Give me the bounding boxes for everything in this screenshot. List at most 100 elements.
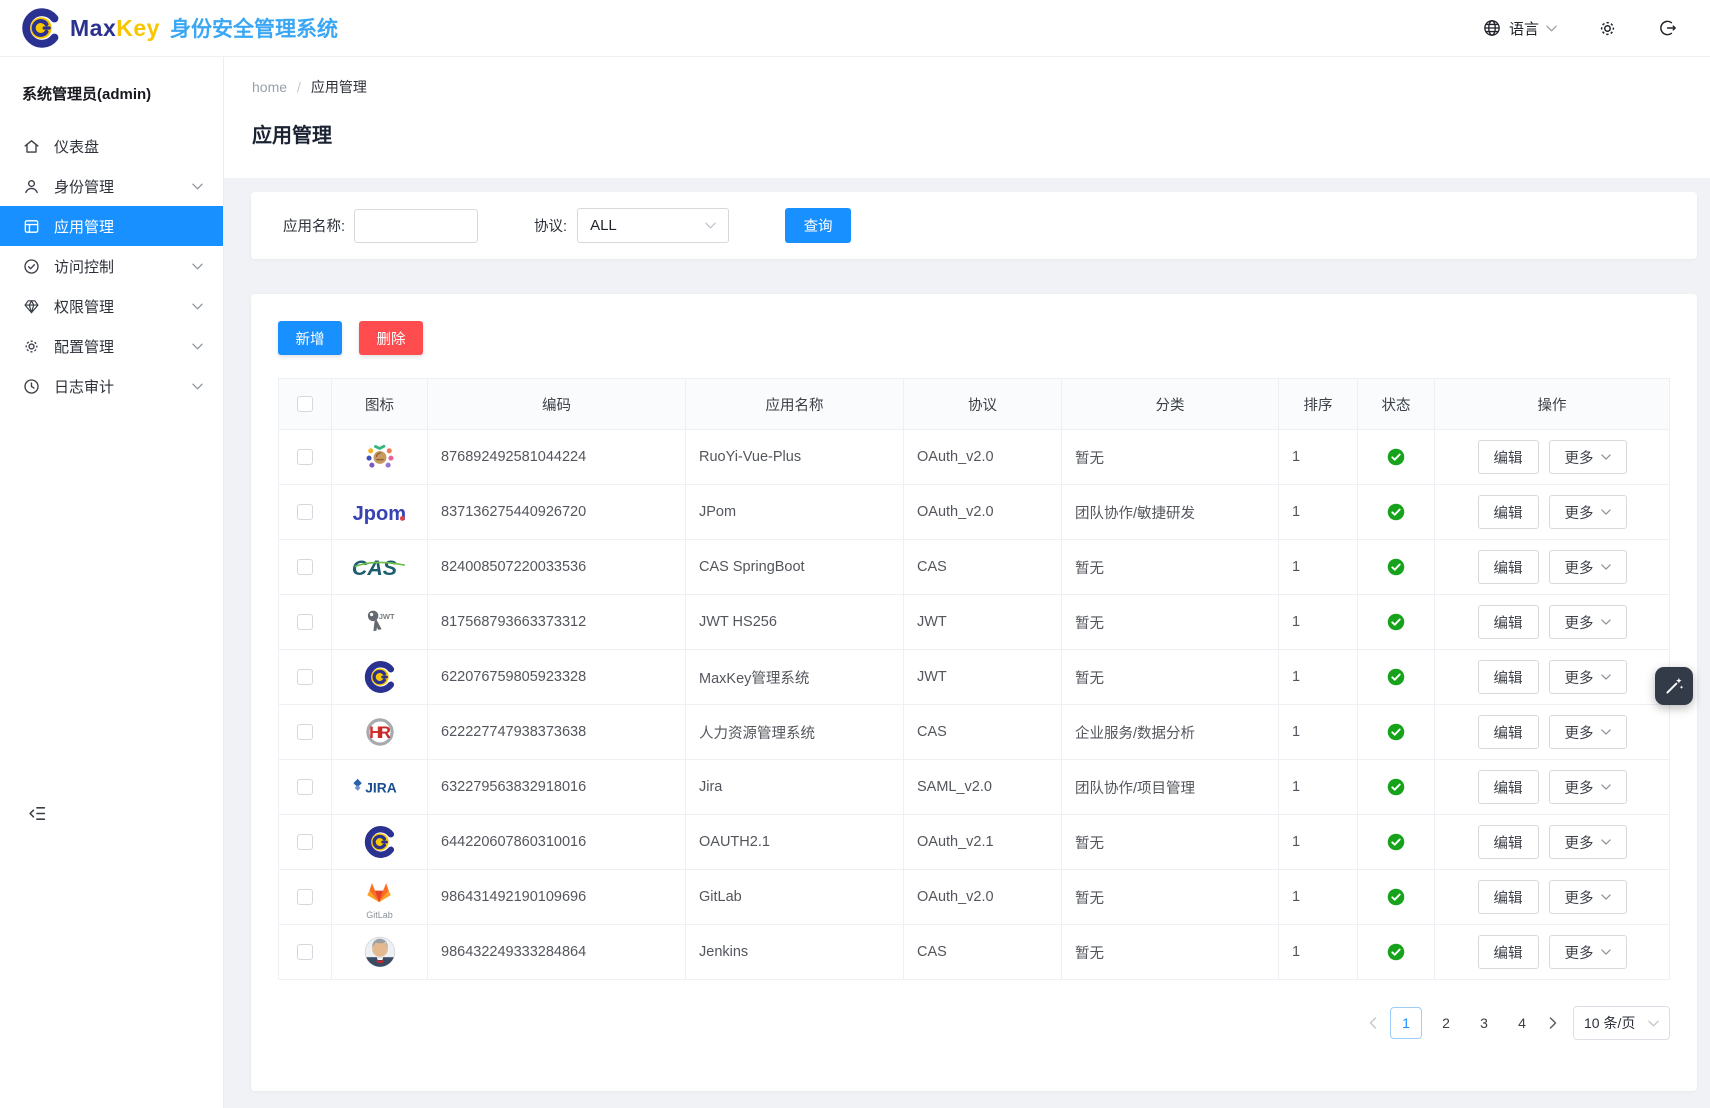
edit-button[interactable]: 编辑 bbox=[1478, 770, 1539, 804]
cell-code: 837136275440926720 bbox=[428, 485, 686, 539]
edit-button[interactable]: 编辑 bbox=[1478, 440, 1539, 474]
column-header-code: 编码 bbox=[428, 379, 686, 429]
cell-app-name: MaxKey管理系统 bbox=[686, 650, 904, 704]
chevron-down-icon bbox=[1601, 619, 1611, 625]
row-checkbox[interactable] bbox=[297, 614, 313, 630]
add-button[interactable]: 新增 bbox=[278, 321, 342, 355]
sidebar-item-apps[interactable]: 应用管理 bbox=[0, 206, 223, 246]
more-button[interactable]: 更多 bbox=[1549, 440, 1627, 474]
cell-protocol: OAuth_v2.0 bbox=[904, 485, 1062, 539]
jpom-logo-icon: Jpom bbox=[349, 495, 409, 529]
cell-sort: 1 bbox=[1279, 760, 1358, 814]
cell-app-name: Jenkins bbox=[686, 925, 904, 979]
sidebar-item-config[interactable]: 配置管理 bbox=[0, 326, 223, 366]
status-enabled-icon bbox=[1387, 558, 1405, 576]
cell-category: 企业服务/数据分析 bbox=[1062, 705, 1279, 759]
chevron-right-icon bbox=[1549, 1017, 1557, 1029]
cell-protocol: JWT bbox=[904, 595, 1062, 649]
settings-button[interactable] bbox=[1597, 18, 1618, 39]
row-checkbox[interactable] bbox=[297, 834, 313, 850]
select-all-checkbox[interactable] bbox=[297, 396, 313, 412]
apps-icon bbox=[22, 217, 41, 236]
app-name-input[interactable] bbox=[354, 209, 478, 243]
edit-button[interactable]: 编辑 bbox=[1478, 825, 1539, 859]
more-button[interactable]: 更多 bbox=[1549, 770, 1627, 804]
page-list: 1234 bbox=[1390, 1007, 1536, 1039]
more-button[interactable]: 更多 bbox=[1549, 660, 1627, 694]
page-button-3[interactable]: 3 bbox=[1470, 1008, 1498, 1038]
sidebar-item-label: 配置管理 bbox=[54, 336, 114, 357]
more-button[interactable]: 更多 bbox=[1549, 825, 1627, 859]
more-button[interactable]: 更多 bbox=[1549, 495, 1627, 529]
hr-logo-icon: HR bbox=[363, 715, 397, 749]
column-header-actions: 操作 bbox=[1435, 379, 1669, 429]
chevron-down-icon bbox=[192, 303, 203, 310]
row-checkbox[interactable] bbox=[297, 559, 313, 575]
more-button[interactable]: 更多 bbox=[1549, 550, 1627, 584]
sidebar-item-dashboard[interactable]: 仪表盘 bbox=[0, 126, 223, 166]
sidebar-item-permissions[interactable]: 权限管理 bbox=[0, 286, 223, 326]
breadcrumb-home[interactable]: home bbox=[252, 79, 287, 95]
search-button[interactable]: 查询 bbox=[785, 208, 851, 243]
collapse-sidebar-button[interactable] bbox=[26, 803, 47, 824]
page-size-select[interactable]: 10 条/页 bbox=[1573, 1006, 1670, 1040]
cell-app-name: CAS SpringBoot bbox=[686, 540, 904, 594]
delete-button[interactable]: 删除 bbox=[359, 321, 423, 355]
edit-button[interactable]: 编辑 bbox=[1478, 605, 1539, 639]
language-label: 语言 bbox=[1509, 18, 1539, 39]
cell-code: 644220607860310016 bbox=[428, 815, 686, 869]
edit-button[interactable]: 编辑 bbox=[1478, 715, 1539, 749]
floating-theme-button[interactable] bbox=[1655, 667, 1693, 705]
sidebar-item-access-control[interactable]: 访问控制 bbox=[0, 246, 223, 286]
chevron-down-icon bbox=[1601, 784, 1611, 790]
cell-protocol: SAML_v2.0 bbox=[904, 760, 1062, 814]
svg-text:CAS: CAS bbox=[352, 556, 398, 580]
cell-protocol: CAS bbox=[904, 540, 1062, 594]
protocol-select[interactable]: ALL bbox=[577, 208, 729, 243]
toolbar: 新增 删除 bbox=[278, 321, 1670, 355]
prev-page-button[interactable] bbox=[1369, 1017, 1377, 1029]
edit-button[interactable]: 编辑 bbox=[1478, 495, 1539, 529]
edit-button[interactable]: 编辑 bbox=[1478, 550, 1539, 584]
edit-button[interactable]: 编辑 bbox=[1478, 660, 1539, 694]
more-button[interactable]: 更多 bbox=[1549, 605, 1627, 639]
sidebar-item-identity[interactable]: 身份管理 bbox=[0, 166, 223, 206]
cell-sort: 1 bbox=[1279, 650, 1358, 704]
status-enabled-icon bbox=[1387, 943, 1405, 961]
row-checkbox[interactable] bbox=[297, 724, 313, 740]
language-menu[interactable]: 语言 bbox=[1482, 18, 1557, 39]
sidebar-item-audit[interactable]: 日志审计 bbox=[0, 366, 223, 406]
page-button-2[interactable]: 2 bbox=[1432, 1008, 1460, 1038]
more-button[interactable]: 更多 bbox=[1549, 715, 1627, 749]
logout-button[interactable] bbox=[1658, 18, 1678, 38]
more-button[interactable]: 更多 bbox=[1549, 935, 1627, 969]
page-button-1[interactable]: 1 bbox=[1390, 1007, 1422, 1039]
row-checkbox[interactable] bbox=[297, 889, 313, 905]
cell-app-name: JWT HS256 bbox=[686, 595, 904, 649]
current-user-label: 系统管理员(admin) bbox=[0, 57, 223, 126]
clock-icon bbox=[22, 377, 41, 396]
cell-app-name: OAUTH2.1 bbox=[686, 815, 904, 869]
cell-code: 632279563832918016 bbox=[428, 760, 686, 814]
chevron-down-icon bbox=[192, 263, 203, 270]
column-header-sort: 排序 bbox=[1279, 379, 1358, 429]
table-row: JIRA 632279563832918016 Jira SAML_v2.0 团… bbox=[279, 759, 1669, 814]
next-page-button[interactable] bbox=[1549, 1017, 1557, 1029]
row-checkbox[interactable] bbox=[297, 669, 313, 685]
cell-code: 824008507220033536 bbox=[428, 540, 686, 594]
more-button[interactable]: 更多 bbox=[1549, 880, 1627, 914]
row-checkbox[interactable] bbox=[297, 779, 313, 795]
edit-button[interactable]: 编辑 bbox=[1478, 935, 1539, 969]
status-enabled-icon bbox=[1387, 448, 1405, 466]
row-checkbox[interactable] bbox=[297, 449, 313, 465]
row-checkbox[interactable] bbox=[297, 504, 313, 520]
cell-sort: 1 bbox=[1279, 540, 1358, 594]
edit-button[interactable]: 编辑 bbox=[1478, 880, 1539, 914]
page-button-4[interactable]: 4 bbox=[1508, 1008, 1536, 1038]
table-row: JWT 817568793663373312 JWT HS256 JWT 暂无 … bbox=[279, 594, 1669, 649]
row-checkbox[interactable] bbox=[297, 944, 313, 960]
wand-icon bbox=[1663, 675, 1685, 697]
protocol-label: 协议: bbox=[534, 215, 567, 236]
page-title: 应用管理 bbox=[252, 119, 1682, 148]
brand-name-accent: Key bbox=[116, 15, 160, 42]
